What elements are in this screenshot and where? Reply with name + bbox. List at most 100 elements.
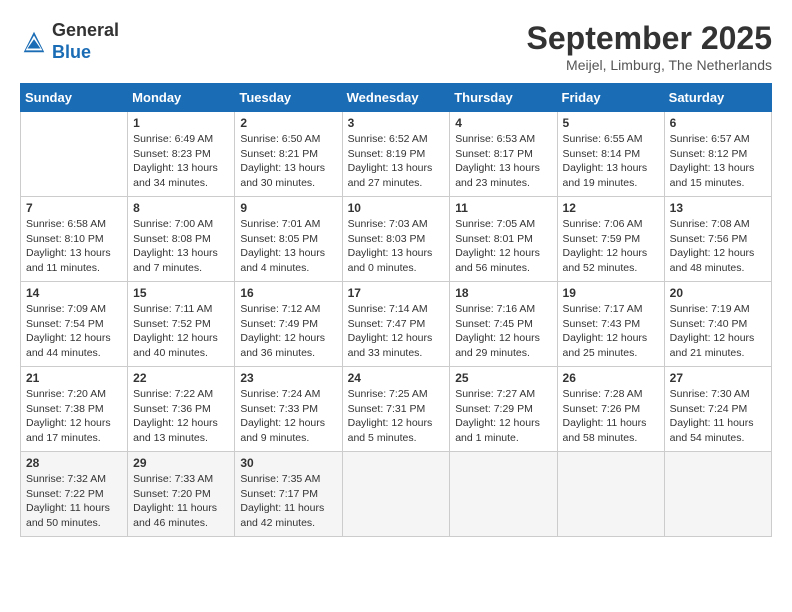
day-number: 25 [455, 371, 551, 385]
calendar-cell: 12 Sunrise: 7:06 AMSunset: 7:59 PMDayligh… [557, 197, 664, 282]
calendar-week-row: 21Sunrise: 7:20 AMSunset: 7:38 PMDayligh… [21, 367, 772, 452]
day-info: Sunrise: 7:17 AMSunset: 7:43 PMDaylight:… [563, 302, 659, 361]
day-number: 16 [240, 286, 336, 300]
day-info: Sunrise: 6:55 AMSunset: 8:14 PMDaylight:… [563, 132, 659, 191]
day-info: Sunrise: 7:11 AMSunset: 7:52 PMDaylight:… [133, 302, 229, 361]
calendar-cell: 20 Sunrise: 7:19 AMSunset: 7:40 PMDayligh… [664, 282, 771, 367]
logo-blue-text: Blue [52, 42, 119, 64]
day-number: 3 [348, 116, 445, 130]
day-number: 21 [26, 371, 122, 385]
calendar-week-row: 1 Sunrise: 6:49 AMSunset: 8:23 PMDaylight… [21, 112, 772, 197]
calendar-cell: 27 Sunrise: 7:30 AMSunset: 7:24 PMDayligh… [664, 367, 771, 452]
calendar-cell [342, 452, 450, 537]
calendar-cell: 21Sunrise: 7:20 AMSunset: 7:38 PMDayligh… [21, 367, 128, 452]
calendar-cell: 5 Sunrise: 6:55 AMSunset: 8:14 PMDaylight… [557, 112, 664, 197]
day-info: Sunrise: 7:01 AMSunset: 8:05 PMDaylight:… [240, 217, 336, 276]
day-info: Sunrise: 7:27 AMSunset: 7:29 PMDaylight:… [455, 387, 551, 446]
calendar-cell: 7 Sunrise: 6:58 AMSunset: 8:10 PMDaylight… [21, 197, 128, 282]
day-number: 2 [240, 116, 336, 130]
day-number: 20 [670, 286, 766, 300]
day-of-week-header: Wednesday [342, 84, 450, 112]
logo-icon [20, 28, 48, 56]
day-number: 28 [26, 456, 122, 470]
calendar-cell: 24Sunrise: 7:25 AMSunset: 7:31 PMDayligh… [342, 367, 450, 452]
day-info: Sunrise: 7:19 AMSunset: 7:40 PMDaylight:… [670, 302, 766, 361]
day-number: 13 [670, 201, 766, 215]
calendar-header-row: SundayMondayTuesdayWednesdayThursdayFrid… [21, 84, 772, 112]
calendar-cell: 23 Sunrise: 7:24 AMSunset: 7:33 PMDayligh… [235, 367, 342, 452]
page-header: General Blue September 2025 Meijel, Limb… [20, 20, 772, 73]
day-number: 27 [670, 371, 766, 385]
calendar-cell: 9 Sunrise: 7:01 AMSunset: 8:05 PMDaylight… [235, 197, 342, 282]
day-info: Sunrise: 7:35 AMSunset: 7:17 PMDaylight:… [240, 472, 336, 531]
calendar-cell [21, 112, 128, 197]
calendar-cell: 22Sunrise: 7:22 AMSunset: 7:36 PMDayligh… [128, 367, 235, 452]
calendar-cell: 13Sunrise: 7:08 AMSunset: 7:56 PMDayligh… [664, 197, 771, 282]
day-number: 30 [240, 456, 336, 470]
day-info: Sunrise: 7:06 AMSunset: 7:59 PMDaylight:… [563, 217, 659, 276]
day-number: 19 [563, 286, 659, 300]
calendar-cell: 14 Sunrise: 7:09 AMSunset: 7:54 PMDayligh… [21, 282, 128, 367]
logo-general-text: General [52, 20, 119, 42]
calendar-cell: 18 Sunrise: 7:16 AMSunset: 7:45 PMDayligh… [450, 282, 557, 367]
day-number: 18 [455, 286, 551, 300]
day-number: 7 [26, 201, 122, 215]
day-number: 14 [26, 286, 122, 300]
day-info: Sunrise: 7:30 AMSunset: 7:24 PMDaylight:… [670, 387, 766, 446]
day-info: Sunrise: 7:03 AMSunset: 8:03 PMDaylight:… [348, 217, 445, 276]
day-number: 12 [563, 201, 659, 215]
day-info: Sunrise: 7:09 AMSunset: 7:54 PMDaylight:… [26, 302, 122, 361]
calendar-cell: 4 Sunrise: 6:53 AMSunset: 8:17 PMDaylight… [450, 112, 557, 197]
calendar-table: SundayMondayTuesdayWednesdayThursdayFrid… [20, 83, 772, 537]
calendar-cell: 10 Sunrise: 7:03 AMSunset: 8:03 PMDayligh… [342, 197, 450, 282]
day-info: Sunrise: 6:58 AMSunset: 8:10 PMDaylight:… [26, 217, 122, 276]
logo: General Blue [20, 20, 119, 63]
day-number: 6 [670, 116, 766, 130]
day-number: 5 [563, 116, 659, 130]
day-info: Sunrise: 6:49 AMSunset: 8:23 PMDaylight:… [133, 132, 229, 191]
day-number: 1 [133, 116, 229, 130]
month-title: September 2025 [527, 20, 772, 57]
calendar-week-row: 28 Sunrise: 7:32 AMSunset: 7:22 PMDayligh… [21, 452, 772, 537]
day-of-week-header: Sunday [21, 84, 128, 112]
day-of-week-header: Thursday [450, 84, 557, 112]
day-info: Sunrise: 6:57 AMSunset: 8:12 PMDaylight:… [670, 132, 766, 191]
calendar-cell: 17Sunrise: 7:14 AMSunset: 7:47 PMDayligh… [342, 282, 450, 367]
location-subtitle: Meijel, Limburg, The Netherlands [527, 57, 772, 73]
calendar-cell: 16 Sunrise: 7:12 AMSunset: 7:49 PMDayligh… [235, 282, 342, 367]
day-info: Sunrise: 7:33 AMSunset: 7:20 PMDaylight:… [133, 472, 229, 531]
day-info: Sunrise: 6:53 AMSunset: 8:17 PMDaylight:… [455, 132, 551, 191]
day-number: 15 [133, 286, 229, 300]
day-number: 4 [455, 116, 551, 130]
day-of-week-header: Friday [557, 84, 664, 112]
day-info: Sunrise: 7:12 AMSunset: 7:49 PMDaylight:… [240, 302, 336, 361]
calendar-cell: 11Sunrise: 7:05 AMSunset: 8:01 PMDayligh… [450, 197, 557, 282]
day-number: 26 [563, 371, 659, 385]
title-block: September 2025 Meijel, Limburg, The Neth… [527, 20, 772, 73]
day-number: 9 [240, 201, 336, 215]
day-info: Sunrise: 6:52 AMSunset: 8:19 PMDaylight:… [348, 132, 445, 191]
day-number: 10 [348, 201, 445, 215]
calendar-cell: 25 Sunrise: 7:27 AMSunset: 7:29 PMDayligh… [450, 367, 557, 452]
day-info: Sunrise: 7:00 AMSunset: 8:08 PMDaylight:… [133, 217, 229, 276]
calendar-cell: 29Sunrise: 7:33 AMSunset: 7:20 PMDayligh… [128, 452, 235, 537]
day-number: 23 [240, 371, 336, 385]
calendar-cell: 28 Sunrise: 7:32 AMSunset: 7:22 PMDayligh… [21, 452, 128, 537]
day-info: Sunrise: 7:05 AMSunset: 8:01 PMDaylight:… [455, 217, 551, 276]
day-info: Sunrise: 7:16 AMSunset: 7:45 PMDaylight:… [455, 302, 551, 361]
day-number: 22 [133, 371, 229, 385]
calendar-cell: 8Sunrise: 7:00 AMSunset: 8:08 PMDaylight… [128, 197, 235, 282]
day-of-week-header: Monday [128, 84, 235, 112]
calendar-cell: 1 Sunrise: 6:49 AMSunset: 8:23 PMDaylight… [128, 112, 235, 197]
day-of-week-header: Tuesday [235, 84, 342, 112]
day-info: Sunrise: 7:24 AMSunset: 7:33 PMDaylight:… [240, 387, 336, 446]
day-info: Sunrise: 7:28 AMSunset: 7:26 PMDaylight:… [563, 387, 659, 446]
day-of-week-header: Saturday [664, 84, 771, 112]
day-info: Sunrise: 7:32 AMSunset: 7:22 PMDaylight:… [26, 472, 122, 531]
calendar-cell: 26 Sunrise: 7:28 AMSunset: 7:26 PMDayligh… [557, 367, 664, 452]
calendar-week-row: 7 Sunrise: 6:58 AMSunset: 8:10 PMDaylight… [21, 197, 772, 282]
calendar-cell: 6 Sunrise: 6:57 AMSunset: 8:12 PMDaylight… [664, 112, 771, 197]
calendar-cell: 3 Sunrise: 6:52 AMSunset: 8:19 PMDaylight… [342, 112, 450, 197]
calendar-cell: 19 Sunrise: 7:17 AMSunset: 7:43 PMDayligh… [557, 282, 664, 367]
calendar-cell: 30 Sunrise: 7:35 AMSunset: 7:17 PMDayligh… [235, 452, 342, 537]
